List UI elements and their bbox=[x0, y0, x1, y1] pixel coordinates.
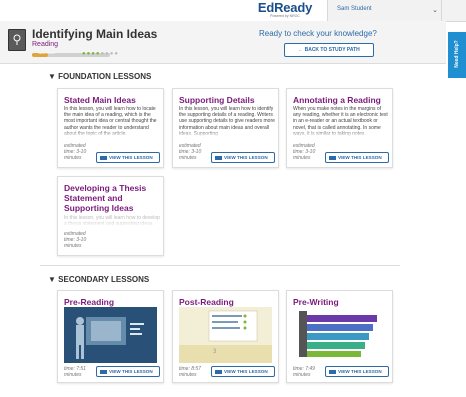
book-icon bbox=[215, 369, 222, 374]
secondary-section-title[interactable]: ▼ SECONDARY LESSONS bbox=[48, 275, 149, 284]
view-lesson-button[interactable]: VIEW THIS LESSON bbox=[325, 366, 389, 377]
map-pin-icon bbox=[8, 29, 26, 51]
card-title[interactable]: Pre-Reading bbox=[64, 297, 160, 307]
card-title[interactable]: Stated Main Ideas bbox=[64, 95, 160, 105]
button-label: VIEW THIS LESSON bbox=[338, 155, 382, 160]
button-label: VIEW THIS LESSON bbox=[338, 369, 382, 374]
card-time: estimated time: 3-10 minutes bbox=[179, 143, 202, 161]
pre-writing-video-thumbnail[interactable] bbox=[293, 307, 386, 363]
logo-text: EdReady bbox=[257, 0, 313, 15]
button-label: VIEW THIS LESSON bbox=[224, 369, 268, 374]
card-title[interactable]: Annotating a Reading bbox=[293, 95, 389, 105]
book-icon bbox=[329, 155, 336, 160]
post-reading-video-thumbnail[interactable]: 3 bbox=[179, 307, 272, 363]
section-divider bbox=[40, 265, 400, 266]
view-lesson-button[interactable]: VIEW THIS LESSON bbox=[96, 152, 160, 163]
card-title[interactable]: Supporting Details bbox=[179, 95, 275, 105]
text-fade bbox=[293, 130, 389, 137]
lesson-card-supporting-details: Supporting Details In this lesson, you w… bbox=[172, 88, 279, 168]
lesson-subject: Reading bbox=[32, 41, 59, 48]
view-lesson-button[interactable]: VIEW THIS LESSON bbox=[211, 152, 275, 163]
card-time: time: 7:49 minutes bbox=[293, 366, 315, 378]
lesson-card-pre-reading: Pre-Reading time: 7:51 minutes VIEW THIS… bbox=[57, 290, 164, 383]
progress-dot: ● bbox=[114, 51, 119, 57]
lesson-header: Identifying Main Ideas Reading READY-REA… bbox=[0, 21, 446, 64]
view-lesson-button[interactable]: VIEW THIS LESSON bbox=[211, 366, 275, 377]
pre-reading-video-thumbnail[interactable] bbox=[64, 307, 157, 363]
book-icon bbox=[329, 369, 336, 374]
card-time: estimated time: 3-10 minutes bbox=[64, 231, 87, 249]
card-time: time: 7:51 minutes bbox=[64, 366, 86, 378]
lesson-card-stated-main-ideas: Stated Main Ideas In this lesson, you wi… bbox=[57, 88, 164, 168]
lesson-title: Identifying Main Ideas bbox=[32, 27, 158, 41]
progress-dots: ●●●●●●●● bbox=[82, 51, 119, 57]
card-title[interactable]: Post-Reading bbox=[179, 297, 275, 307]
lesson-card-annotating-a-reading: Annotating a Reading When you make notes… bbox=[286, 88, 393, 168]
view-lesson-button[interactable]: VIEW THIS LESSON bbox=[325, 152, 389, 163]
card-time: estimated time: 3-10 minutes bbox=[293, 143, 316, 161]
button-label: VIEW THIS LESSON bbox=[109, 369, 153, 374]
book-icon bbox=[215, 155, 222, 160]
lesson-card-developing-thesis: Developing a Thesis Statement and Suppor… bbox=[57, 176, 164, 256]
user-menu[interactable]: Sam Student ⌄ bbox=[327, 0, 442, 21]
progress-label: READY-READY bbox=[38, 52, 56, 55]
text-fade bbox=[64, 130, 160, 137]
ready-check-text: Ready to check your knowledge? bbox=[259, 29, 377, 38]
user-name: Sam Student bbox=[337, 6, 372, 12]
top-bar: EdReady Powered by NROC Sam Student ⌄ bbox=[0, 0, 466, 22]
chevron-down-icon[interactable]: ⌄ bbox=[432, 6, 438, 14]
card-description: In this lesson, you will learn how to id… bbox=[179, 106, 275, 137]
corner-box bbox=[441, 0, 466, 21]
card-description: In this lesson, you will learn how to de… bbox=[64, 215, 160, 227]
lesson-card-post-reading: Post-Reading 3 time: 8:57 minutes VIEW T… bbox=[172, 290, 279, 383]
card-time: estimated time: 3-10 minutes bbox=[64, 143, 87, 161]
book-icon bbox=[100, 155, 107, 160]
need-help-tab[interactable]: Need Help? bbox=[448, 32, 466, 78]
edready-logo[interactable]: EdReady Powered by NROC bbox=[254, 1, 316, 18]
button-label: VIEW THIS LESSON bbox=[224, 155, 268, 160]
book-icon bbox=[100, 369, 107, 374]
button-label: VIEW THIS LESSON bbox=[109, 155, 153, 160]
card-title[interactable]: Developing a Thesis Statement and Suppor… bbox=[64, 183, 160, 213]
lesson-card-pre-writing: Pre-Writing time: 7:49 minutes VIEW THIS… bbox=[286, 290, 393, 383]
text-fade bbox=[179, 130, 275, 137]
card-description: When you make notes in the margins of an… bbox=[293, 106, 389, 137]
card-time: time: 8:57 minutes bbox=[179, 366, 201, 378]
foundation-section-title[interactable]: ▼ FOUNDATION LESSONS bbox=[48, 72, 151, 81]
card-description: In this lesson, you will learn how to lo… bbox=[64, 106, 160, 137]
text-fade bbox=[64, 220, 160, 227]
need-help-label: Need Help? bbox=[454, 40, 460, 68]
back-to-study-path-button[interactable]: ← BACK TO STUDY PATH bbox=[284, 43, 374, 57]
card-title[interactable]: Pre-Writing bbox=[293, 297, 389, 307]
view-lesson-button[interactable]: VIEW THIS LESSON bbox=[96, 366, 160, 377]
